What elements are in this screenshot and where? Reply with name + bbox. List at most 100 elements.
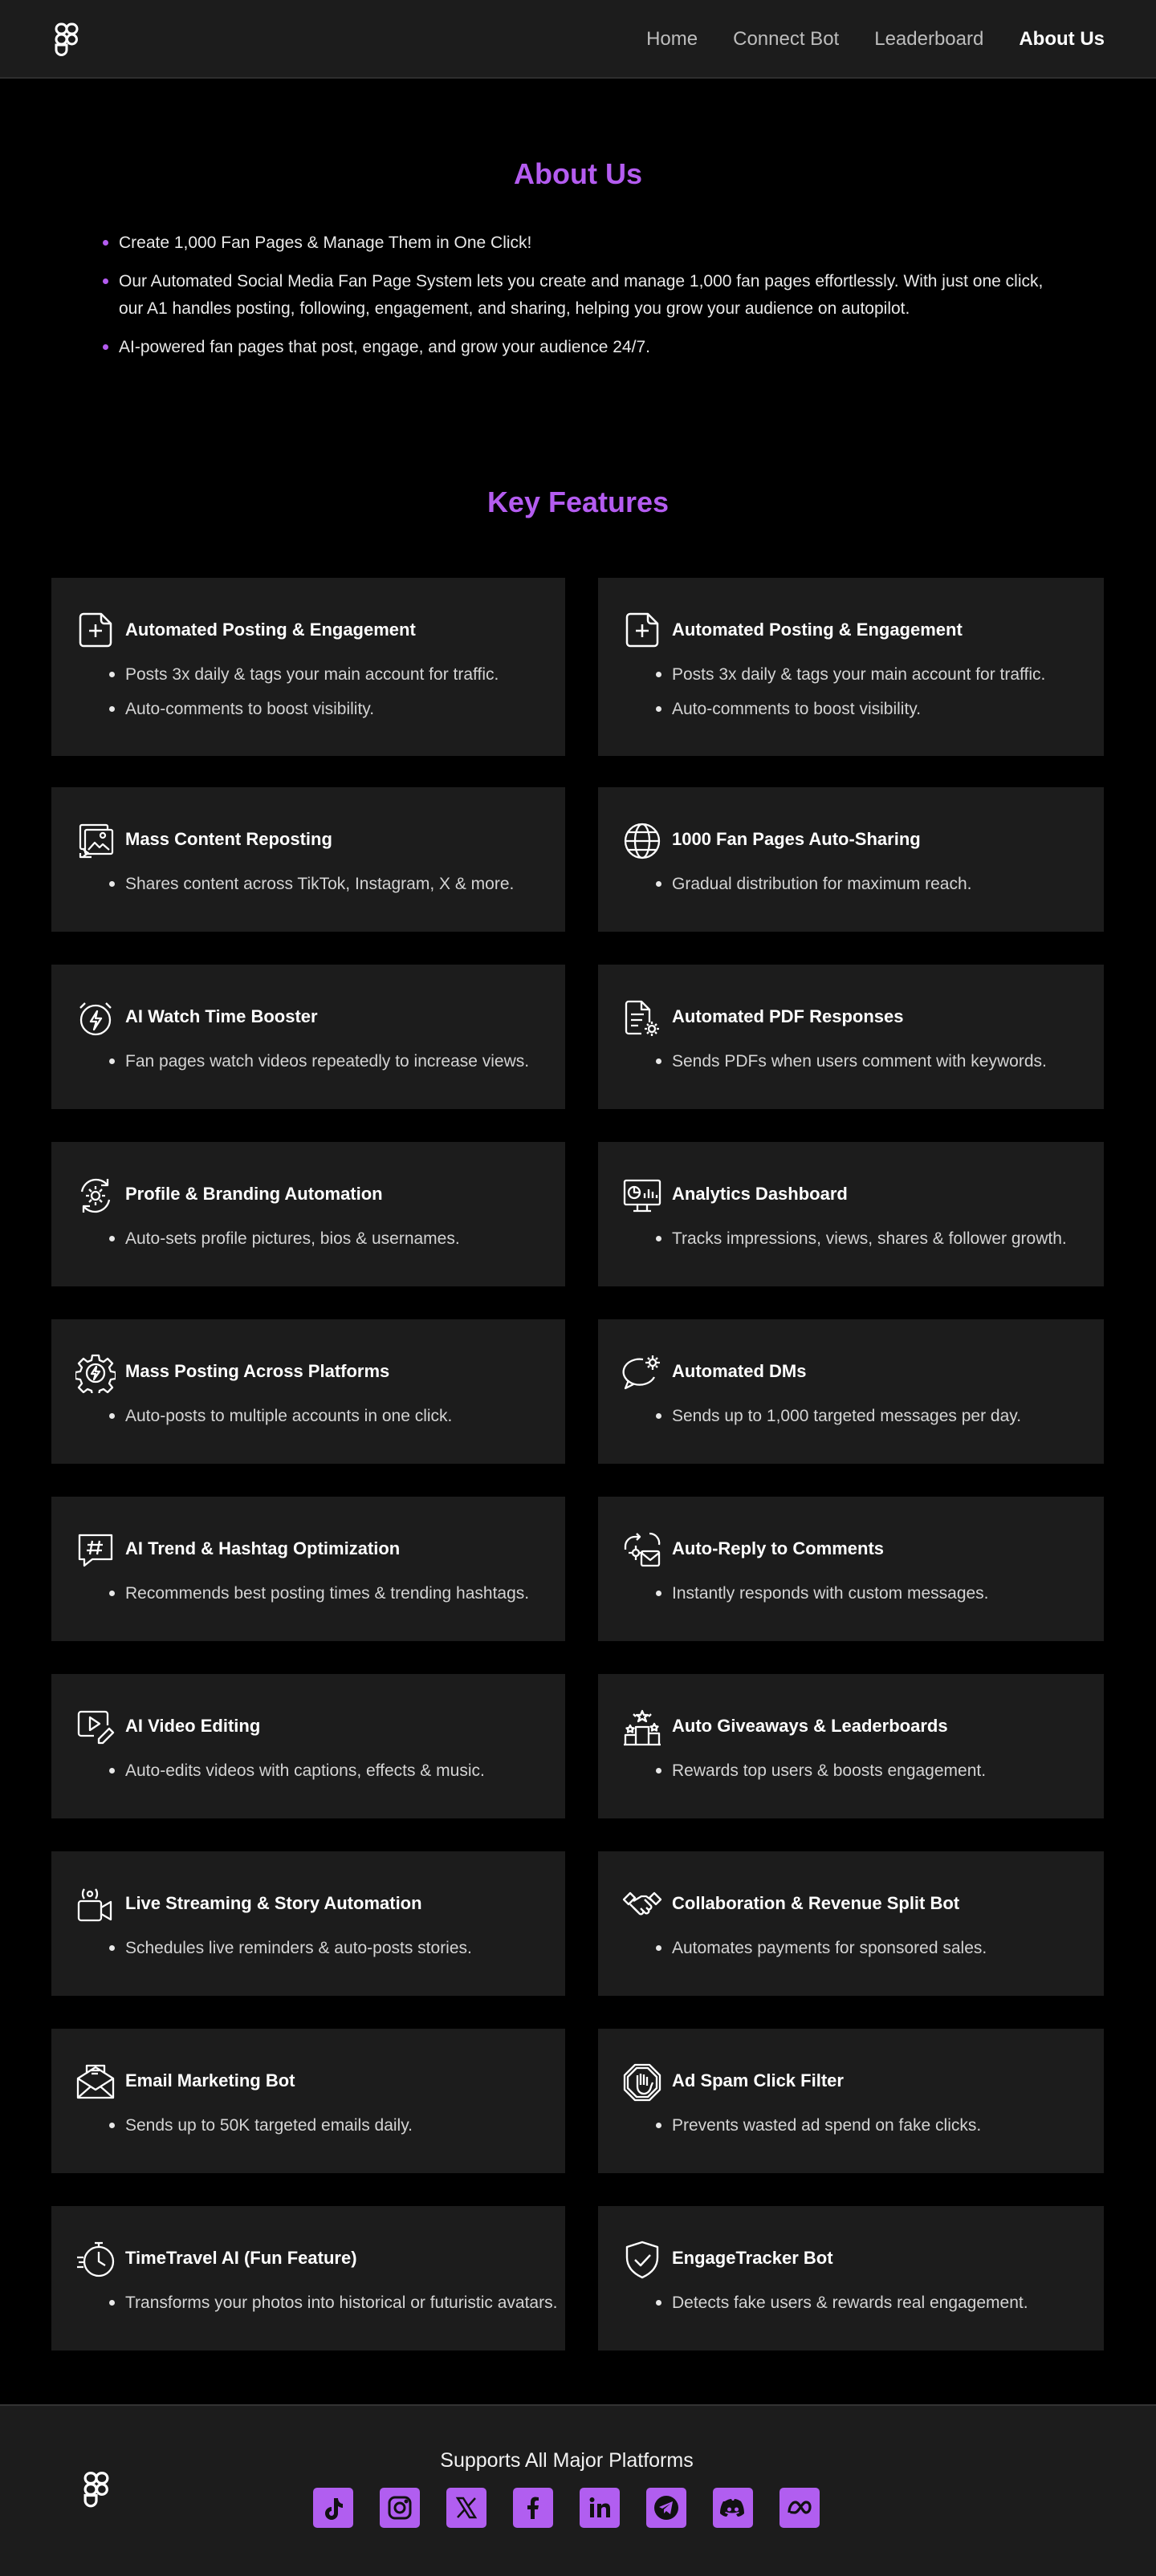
feature-bullet: Shares content across TikTok, Instagram,…	[108, 873, 514, 896]
feature-bullets: Gradual distribution for maximum reach.	[654, 873, 971, 908]
feature-bullet: Sends PDFs when users comment with keywo…	[654, 1050, 1047, 1073]
feature-bullet: Posts 3x daily & tags your main account …	[654, 664, 1045, 686]
feature-bullet: Transforms your photos into historical o…	[108, 2292, 557, 2314]
about-point: Our Automated Social Media Fan Page Syst…	[103, 268, 1066, 323]
feature-title: Automated Posting & Engagement	[672, 620, 963, 640]
feature-title: Mass Content Reposting	[125, 829, 332, 849]
feature-bullet: Fan pages watch videos repeatedly to inc…	[108, 1050, 529, 1073]
feature-bullets: Automates payments for sponsored sales.	[654, 1937, 987, 1972]
feature-card: AI Watch Time Booster Fan pages watch vi…	[51, 965, 565, 1109]
gear-bolt-icon	[74, 1353, 117, 1397]
podium-icon	[622, 1708, 662, 1748]
feature-bullet: Auto-posts to multiple accounts in one c…	[108, 1405, 452, 1428]
features-title: Key Features	[486, 486, 670, 518]
reply-envelope-icon	[622, 1530, 662, 1570]
feature-card: Automated Posting & Engagement Posts 3x …	[598, 578, 1104, 756]
feature-bullets: Shares content across TikTok, Instagram,…	[108, 873, 514, 908]
feature-bullet: Detects fake users & rewards real engage…	[654, 2292, 1028, 2314]
feature-bullets: Prevents wasted ad spend on fake clicks.	[654, 2115, 981, 2149]
nav-leaderboard-link[interactable]: Leaderboard	[874, 28, 983, 51]
feature-title: 1000 Fan Pages Auto-Sharing	[672, 829, 921, 849]
feature-title: Profile & Branding Automation	[125, 1184, 383, 1204]
nav-connect-bot-link[interactable]: Connect Bot	[733, 28, 839, 51]
discord-icon[interactable]	[713, 2488, 753, 2528]
feature-bullets: Rewards top users & boosts engagement.	[654, 1760, 986, 1794]
feature-title: AI Watch Time Booster	[125, 1006, 318, 1026]
nav-home-link[interactable]: Home	[646, 28, 698, 51]
footer-logo[interactable]	[83, 2470, 109, 2509]
feature-card: Mass Posting Across Platforms Auto-posts…	[51, 1319, 565, 1464]
feature-bullets: Sends up to 1,000 targeted messages per …	[654, 1405, 1021, 1440]
feature-bullet: Auto-edits videos with captions, effects…	[108, 1760, 485, 1782]
instagram-icon[interactable]	[380, 2488, 420, 2528]
feature-bullet: Posts 3x daily & tags your main account …	[108, 664, 499, 686]
feature-bullet: Auto-comments to boost visibility.	[654, 698, 1045, 721]
feature-bullets: Auto-sets profile pictures, bios & usern…	[108, 1228, 460, 1262]
feature-title: Live Streaming & Story Automation	[125, 1893, 422, 1913]
plus-doc-icon	[75, 611, 116, 651]
stopwatch-bolt-icon	[75, 998, 116, 1038]
feature-bullets: Instantly responds with custom messages.	[654, 1583, 989, 1617]
about-title: About Us	[514, 157, 642, 190]
x-icon[interactable]	[446, 2488, 486, 2528]
feature-title: Auto-Reply to Comments	[672, 1538, 884, 1558]
media-stack-icon	[75, 821, 116, 861]
feature-bullets: Recommends best posting times & trending…	[108, 1583, 529, 1617]
feature-bullet: Auto-comments to boost visibility.	[108, 698, 499, 721]
feature-bullets: Posts 3x daily & tags your main account …	[654, 664, 1045, 733]
chat-gear-icon	[622, 1353, 662, 1393]
stop-hand-icon	[622, 2062, 662, 2103]
monitor-chart-icon	[622, 1176, 662, 1216]
feature-bullet: Sends up to 50K targeted emails daily.	[108, 2115, 413, 2137]
tiktok-icon[interactable]	[313, 2488, 353, 2528]
feature-bullets: Tracks impressions, views, shares & foll…	[654, 1228, 1067, 1262]
brand-logo[interactable]	[55, 22, 79, 56]
nav-about-us-link[interactable]: About Us	[1019, 28, 1105, 51]
feature-card: Mass Content Reposting Shares content ac…	[51, 787, 565, 932]
feature-card: Automated DMs Sends up to 1,000 targeted…	[598, 1319, 1104, 1464]
feature-title: Auto Giveaways & Leaderboards	[672, 1716, 948, 1736]
feature-bullets: Posts 3x daily & tags your main account …	[108, 664, 499, 733]
feature-title: Automated Posting & Engagement	[125, 620, 416, 640]
feature-card: Analytics Dashboard Tracks impressions, …	[598, 1142, 1104, 1286]
feature-title: Automated DMs	[672, 1361, 807, 1381]
plus-doc-icon	[622, 611, 662, 651]
footer: Supports All Major Platforms	[0, 2404, 1156, 2576]
feature-bullet: Recommends best posting times & trending…	[108, 1583, 529, 1605]
feature-title: AI Video Editing	[125, 1716, 261, 1736]
handshake-icon	[622, 1885, 662, 1925]
feature-title: EngageTracker Bot	[672, 2248, 833, 2268]
feature-bullets: Fan pages watch videos repeatedly to inc…	[108, 1050, 529, 1085]
supports-heading: Supports All Major Platforms	[440, 2449, 694, 2472]
feature-bullet: Instantly responds with custom messages.	[654, 1583, 989, 1605]
about-point: Create 1,000 Fan Pages & Manage Them in …	[103, 230, 1066, 257]
feature-card: 1000 Fan Pages Auto-Sharing Gradual dist…	[598, 787, 1104, 932]
feature-title: Email Marketing Bot	[125, 2070, 295, 2090]
feature-title: Collaboration & Revenue Split Bot	[672, 1893, 960, 1913]
telegram-icon[interactable]	[646, 2488, 686, 2528]
platform-icons	[313, 2488, 820, 2528]
feature-bullets: Auto-posts to multiple accounts in one c…	[108, 1405, 452, 1440]
linkedin-icon[interactable]	[580, 2488, 620, 2528]
feature-bullet: Tracks impressions, views, shares & foll…	[654, 1228, 1067, 1250]
feature-card: Automated PDF Responses Sends PDFs when …	[598, 965, 1104, 1109]
feature-bullet: Rewards top users & boosts engagement.	[654, 1760, 986, 1782]
feature-bullet: Sends up to 1,000 targeted messages per …	[654, 1405, 1021, 1428]
globe-icon	[622, 821, 662, 861]
feature-bullets: Detects fake users & rewards real engage…	[654, 2292, 1028, 2326]
feature-card: TimeTravel AI (Fun Feature) Transforms y…	[51, 2206, 565, 2350]
top-navbar: Home Connect Bot Leaderboard About Us	[0, 0, 1156, 79]
feature-bullet: Prevents wasted ad spend on fake clicks.	[654, 2115, 981, 2137]
feature-card: AI Video Editing Auto-edits videos with …	[51, 1674, 565, 1818]
feature-card: Profile & Branding Automation Auto-sets …	[51, 1142, 565, 1286]
main-nav: Home Connect Bot Leaderboard About Us	[646, 0, 1105, 79]
feature-bullet: Schedules live reminders & auto-posts st…	[108, 1937, 472, 1960]
facebook-icon[interactable]	[513, 2488, 553, 2528]
feature-card: Collaboration & Revenue Split Bot Automa…	[598, 1851, 1104, 1996]
meta-icon[interactable]	[779, 2488, 820, 2528]
feature-card: Email Marketing Bot Sends up to 50K targ…	[51, 2029, 565, 2173]
live-camera-icon	[75, 1885, 116, 1925]
feature-title: Mass Posting Across Platforms	[125, 1361, 390, 1381]
feature-card: Auto-Reply to Comments Instantly respond…	[598, 1497, 1104, 1641]
feature-title: AI Trend & Hashtag Optimization	[125, 1538, 401, 1558]
